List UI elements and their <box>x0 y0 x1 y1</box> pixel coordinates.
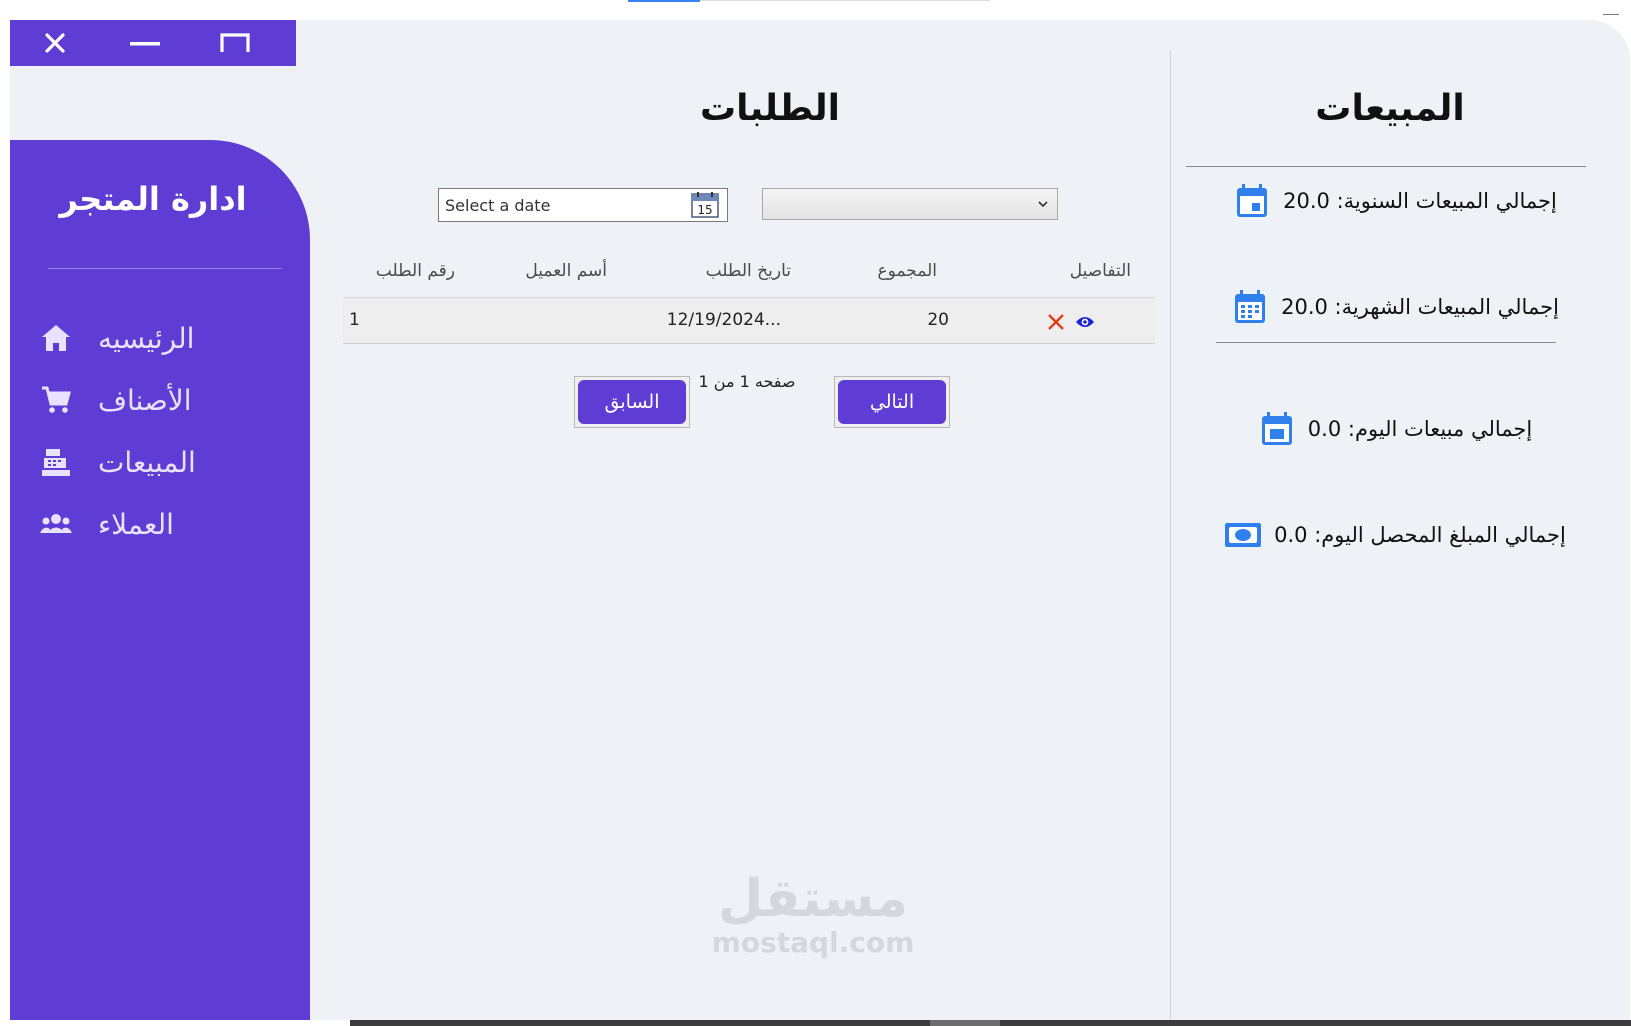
money-icon <box>1224 516 1262 554</box>
column-header-customer: أسم العميل <box>525 261 607 281</box>
sidebar: ادارة المتجر الرئيسيه الأصناف المبيعات ا… <box>10 140 310 1020</box>
background-browser-strip <box>0 0 1631 20</box>
sidebar-item-label: الرئيسيه <box>98 321 195 355</box>
order-date-picker[interactable]: 15 <box>438 188 728 222</box>
minimize-window-button[interactable] <box>100 20 190 66</box>
sales-title: المبيعات <box>1315 88 1465 129</box>
cash-register-icon <box>38 444 74 480</box>
window-controls <box>10 20 296 66</box>
table-header: التفاصيل المجموع تاريخ الطلب أسم العميل … <box>343 246 1155 298</box>
people-icon <box>38 506 74 542</box>
column-header-order-number: رقم الطلب <box>375 261 455 281</box>
cell-order-number: 1 <box>349 310 360 330</box>
view-order-button[interactable] <box>1074 312 1096 332</box>
maximize-window-button[interactable] <box>190 20 280 66</box>
orders-title: الطلبات <box>699 88 840 129</box>
next-page-label: التالي <box>838 380 946 424</box>
table-row[interactable]: 20 12/19/2024... 1 <box>343 298 1155 344</box>
stat-yearly-sales: إجمالي المبيعات السنوية: 20.0 <box>1200 178 1590 224</box>
sidebar-item-categories[interactable]: الأصناف <box>38 374 278 426</box>
background-tab-line <box>700 0 990 1</box>
delete-icon <box>1048 314 1064 330</box>
calendar-month-icon <box>1231 288 1269 326</box>
watermark-latin: mostaql.com <box>711 926 915 959</box>
close-icon <box>45 33 65 53</box>
sidebar-item-label: الأصناف <box>98 383 192 417</box>
date-input[interactable] <box>439 190 679 220</box>
column-header-details: التفاصيل <box>1069 261 1131 281</box>
orders-filter-dropdown[interactable] <box>762 188 1058 220</box>
next-page-button[interactable]: التالي <box>834 376 950 428</box>
sales-title-rule <box>1186 166 1586 167</box>
app-window: ادارة المتجر الرئيسيه الأصناف المبيعات ا… <box>10 20 1630 1020</box>
watermark-logo: مستقل mostaql.com <box>698 870 928 958</box>
watermark-arabic: مستقل <box>717 869 909 929</box>
calendar-today-icon <box>1258 410 1296 448</box>
maximize-icon <box>220 33 250 52</box>
calendar-day: 15 <box>697 203 712 217</box>
calendar-icon <box>1233 182 1271 220</box>
chevron-down-icon <box>1038 201 1048 208</box>
previous-page-button[interactable]: السابق <box>574 376 690 428</box>
panel-divider <box>1170 50 1171 1020</box>
orders-table: التفاصيل المجموع تاريخ الطلب أسم العميل … <box>343 246 1155 344</box>
minimize-icon <box>130 42 160 46</box>
delete-order-button[interactable] <box>1045 312 1067 332</box>
sidebar-item-sales[interactable]: المبيعات <box>38 436 278 488</box>
cell-date: 12/19/2024... <box>666 310 781 330</box>
close-window-button[interactable] <box>10 20 100 66</box>
page-info: صفحه 1 من 1 <box>698 372 796 391</box>
cell-total: 20 <box>927 310 949 330</box>
stat-divider <box>1216 342 1556 343</box>
stat-collected-today: إجمالي المبلغ المحصل اليوم: 0.0 <box>1200 512 1590 558</box>
store-title: ادارة المتجر <box>59 180 247 218</box>
column-header-date: تاريخ الطلب <box>705 261 791 281</box>
calendar-button[interactable]: 15 <box>691 192 719 218</box>
sidebar-item-home[interactable]: الرئيسيه <box>38 312 278 364</box>
home-icon <box>38 320 74 356</box>
background-minimize-dash <box>1603 14 1619 15</box>
background-tab-indicator <box>628 0 700 2</box>
stat-monthly-sales: إجمالي المبيعات الشهرية: 20.0 <box>1200 284 1590 330</box>
stat-daily-text: إجمالي مبيعات اليوم: 0.0 <box>1307 417 1533 441</box>
stat-monthly-text: إجمالي المبيعات الشهرية: 20.0 <box>1281 295 1559 319</box>
calendar-icon: 15 <box>691 192 719 218</box>
column-header-total: المجموع <box>877 261 937 281</box>
stat-yearly-text: إجمالي المبيعات السنوية: 20.0 <box>1283 189 1557 213</box>
previous-page-label: السابق <box>578 380 686 424</box>
screen: ادارة المتجر الرئيسيه الأصناف المبيعات ا… <box>0 0 1631 1026</box>
scrollbar-thumb[interactable] <box>930 1020 1000 1026</box>
sidebar-divider <box>48 268 282 269</box>
stat-collected-text: إجمالي المبلغ المحصل اليوم: 0.0 <box>1274 523 1566 547</box>
sidebar-item-customers[interactable]: العملاء <box>38 498 278 550</box>
sidebar-item-label: المبيعات <box>98 445 196 479</box>
eye-icon <box>1076 317 1094 327</box>
sidebar-item-label: العملاء <box>98 507 174 541</box>
stat-daily-sales: إجمالي مبيعات اليوم: 0.0 <box>1200 406 1590 452</box>
cart-icon <box>38 382 74 418</box>
